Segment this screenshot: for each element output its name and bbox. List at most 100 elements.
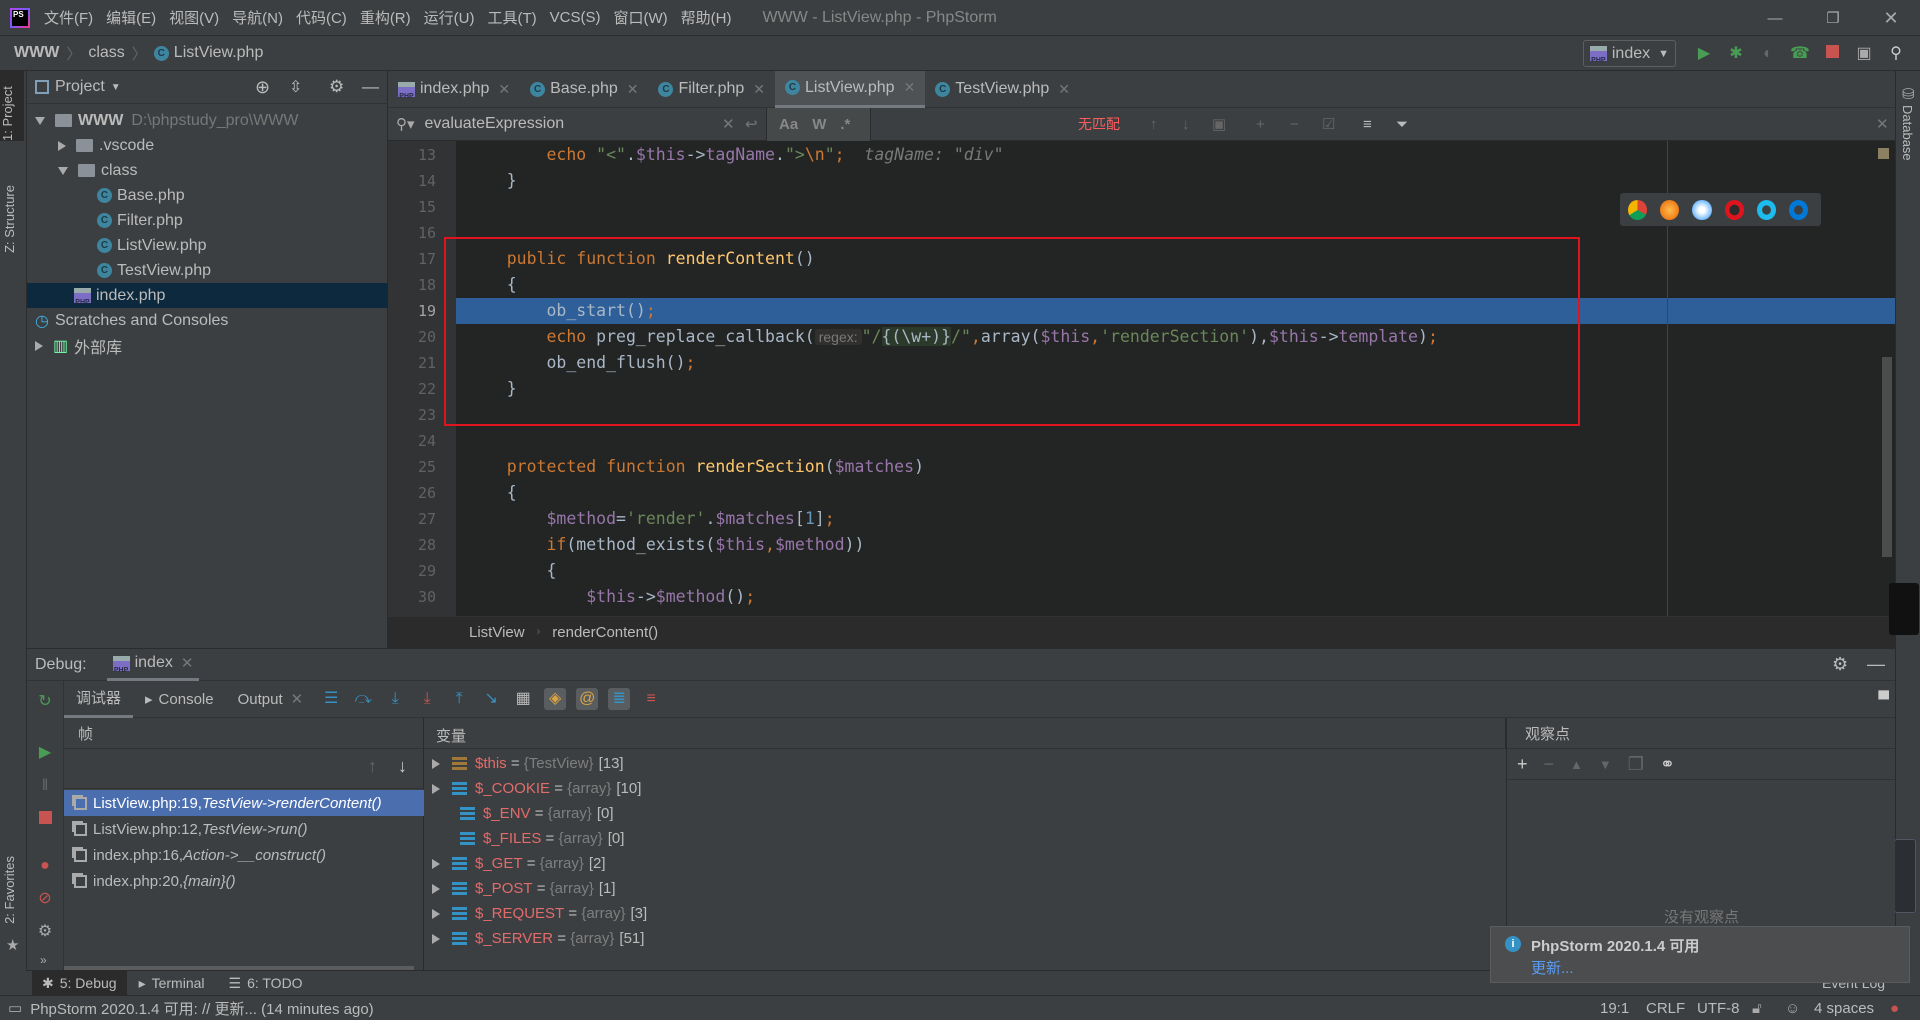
- close-tab-icon[interactable]: ✕: [498, 81, 510, 98]
- restore-button[interactable]: ❐: [1804, 9, 1862, 27]
- hide-icon[interactable]: —: [1867, 654, 1885, 675]
- menu-item[interactable]: 文件(F): [44, 7, 93, 28]
- menu-item[interactable]: 窗口(W): [613, 7, 667, 28]
- tree-item[interactable]: WWW D:\phpstudy_pro\WWW: [27, 108, 388, 133]
- scrollbar[interactable]: [1882, 357, 1892, 557]
- favorites-tool-tab[interactable]: 2: Favorites: [2, 856, 17, 924]
- menu-item[interactable]: 视图(V): [169, 7, 219, 28]
- menu-item[interactable]: 帮助(H): [681, 7, 732, 28]
- pause-icon[interactable]: ‖: [34, 775, 56, 797]
- edge-icon[interactable]: [1788, 199, 1809, 220]
- expand-arrow-icon[interactable]: [432, 758, 440, 769]
- show-execution-point-icon[interactable]: ☰: [320, 688, 342, 710]
- force-step-into-icon[interactable]: ⤓: [416, 688, 438, 710]
- expand-arrow-icon[interactable]: [432, 883, 440, 894]
- frame-item[interactable]: ListView.php:12, TestView->run(): [64, 816, 424, 842]
- tree-item[interactable]: ▥ 外部库: [27, 333, 388, 358]
- frame-item[interactable]: ListView.php:19, TestView->renderContent…: [64, 790, 424, 816]
- close-tab-icon[interactable]: ✕: [627, 81, 639, 98]
- stop-icon[interactable]: [1821, 43, 1843, 65]
- variable-row[interactable]: $_ENV = {array} [0]: [424, 801, 614, 826]
- step-out-icon[interactable]: ⤒: [448, 688, 470, 710]
- caret-position[interactable]: 19:1: [1600, 1000, 1629, 1017]
- mute-breakpoints-icon[interactable]: ⊘: [34, 888, 56, 910]
- view-breakpoints-icon[interactable]: ●: [34, 855, 56, 877]
- tree-item[interactable]: PHP index.php: [27, 283, 388, 308]
- database-tool-tab[interactable]: Database: [1900, 105, 1915, 161]
- gear-icon[interactable]: ⚙: [1832, 654, 1848, 675]
- code-line[interactable]: $this->$method();: [467, 584, 755, 610]
- indent-setting[interactable]: 4 spaces: [1814, 1000, 1874, 1017]
- tool-windows-icon[interactable]: ▭: [8, 999, 22, 1017]
- next-occurrence-icon[interactable]: ↓: [1182, 116, 1190, 133]
- variable-row[interactable]: $_REQUEST = {array} [3]: [424, 901, 647, 926]
- settings-icon[interactable]: ⚙: [34, 921, 56, 943]
- variable-row[interactable]: $_SERVER = {array} [51]: [424, 926, 644, 951]
- tree-item[interactable]: C ListView.php: [27, 233, 388, 258]
- step-into-icon[interactable]: ⤓: [384, 688, 406, 710]
- firefox-icon[interactable]: [1660, 199, 1680, 220]
- todo-tool-tab[interactable]: ☰ 6: TODO: [217, 975, 315, 992]
- remove-occurrence-icon[interactable]: −: [1290, 116, 1299, 133]
- add-watch-button[interactable]: +: [1517, 754, 1528, 775]
- tree-item[interactable]: .vscode: [27, 133, 388, 158]
- run-config-dropdown[interactable]: PHP index ▼: [1582, 40, 1676, 67]
- variable-row[interactable]: $_FILES = {array} [0]: [424, 826, 624, 851]
- move-down-icon[interactable]: ▼: [1599, 757, 1612, 772]
- run-icon[interactable]: ▶: [1693, 43, 1715, 65]
- clear-search-icon[interactable]: ✕: [722, 115, 735, 133]
- project-tool-tab[interactable]: 1: Project: [0, 71, 24, 141]
- run-to-cursor-icon[interactable]: ↘: [480, 688, 502, 710]
- chevron-right-icon[interactable]: [35, 340, 43, 351]
- breadcrumb-method[interactable]: renderContent(): [552, 624, 658, 641]
- tab-debugger[interactable]: 调试器: [64, 681, 134, 718]
- chevron-down-icon[interactable]: [58, 166, 68, 175]
- filter-options-icon[interactable]: ≡: [1363, 116, 1372, 133]
- next-frame-icon[interactable]: ↓: [398, 756, 407, 777]
- expand-arrow-icon[interactable]: [432, 858, 440, 869]
- chevron-right-icon[interactable]: [58, 140, 66, 151]
- close-find-icon[interactable]: ✕: [1876, 115, 1889, 133]
- variable-row[interactable]: $_COOKIE = {array} [10]: [424, 776, 641, 801]
- hide-icon[interactable]: —: [362, 77, 379, 97]
- toolbox-icon[interactable]: ▣: [1853, 43, 1875, 65]
- ie-icon[interactable]: [1756, 199, 1776, 220]
- code-line[interactable]: if(method_exists($this,$method)): [467, 532, 864, 558]
- error-icon[interactable]: ●: [1890, 1000, 1899, 1017]
- code-line[interactable]: {: [467, 558, 556, 584]
- stop-icon[interactable]: [34, 809, 56, 831]
- minimize-button[interactable]: —: [1746, 10, 1804, 27]
- collapse-all-icon[interactable]: ⇳: [289, 77, 302, 97]
- expand-arrow-icon[interactable]: [432, 933, 440, 944]
- select-occurrences-icon[interactable]: ☑: [1322, 115, 1335, 133]
- coverage-icon[interactable]: ◐: [1757, 43, 1779, 65]
- tree-item[interactable]: class: [27, 158, 388, 183]
- select-all-icon[interactable]: ▣: [1212, 115, 1226, 133]
- lock-icon[interactable]: 🔓︎: [1752, 1000, 1762, 1017]
- tab-output[interactable]: Output ✕: [226, 681, 316, 718]
- regex-toggle[interactable]: .*: [840, 116, 850, 133]
- variable-row[interactable]: $_POST = {array} [1]: [424, 876, 616, 901]
- code-line[interactable]: echo "<".$this->tagName.">\n"; tagName: …: [467, 142, 1003, 168]
- evaluate-expression-icon[interactable]: ▦: [512, 688, 534, 710]
- inspector-icon[interactable]: ☺: [1785, 1000, 1800, 1017]
- menu-item[interactable]: 导航(N): [232, 7, 283, 28]
- code-line[interactable]: }: [467, 168, 517, 194]
- debug-tool-tab[interactable]: ✱ 5: Debug: [32, 971, 127, 995]
- tree-item[interactable]: C Base.php: [27, 183, 388, 208]
- tab-listview[interactable]: C ListView.php ✕: [775, 71, 926, 108]
- copy-icon[interactable]: ❐: [1628, 754, 1644, 775]
- menu-item[interactable]: 编辑(E): [106, 7, 156, 28]
- glasses-icon[interactable]: ⚭: [1660, 754, 1675, 775]
- structure-tool-tab[interactable]: Z: Structure: [2, 185, 17, 253]
- match-case-toggle[interactable]: Aa: [779, 116, 798, 133]
- rerun-icon[interactable]: ↻: [34, 691, 56, 713]
- remove-watch-button[interactable]: −: [1544, 754, 1555, 775]
- tree-item[interactable]: C Filter.php: [27, 208, 388, 233]
- menu-item[interactable]: 代码(C): [296, 7, 347, 28]
- tab-console[interactable]: ▸ Console: [133, 681, 226, 718]
- breadcrumb-class[interactable]: class: [88, 44, 124, 62]
- previous-frame-icon[interactable]: ↑: [368, 756, 377, 777]
- close-icon[interactable]: ✕: [181, 654, 194, 672]
- status-message[interactable]: PhpStorm 2020.1.4 可用: // 更新... (14 minut…: [30, 998, 373, 1019]
